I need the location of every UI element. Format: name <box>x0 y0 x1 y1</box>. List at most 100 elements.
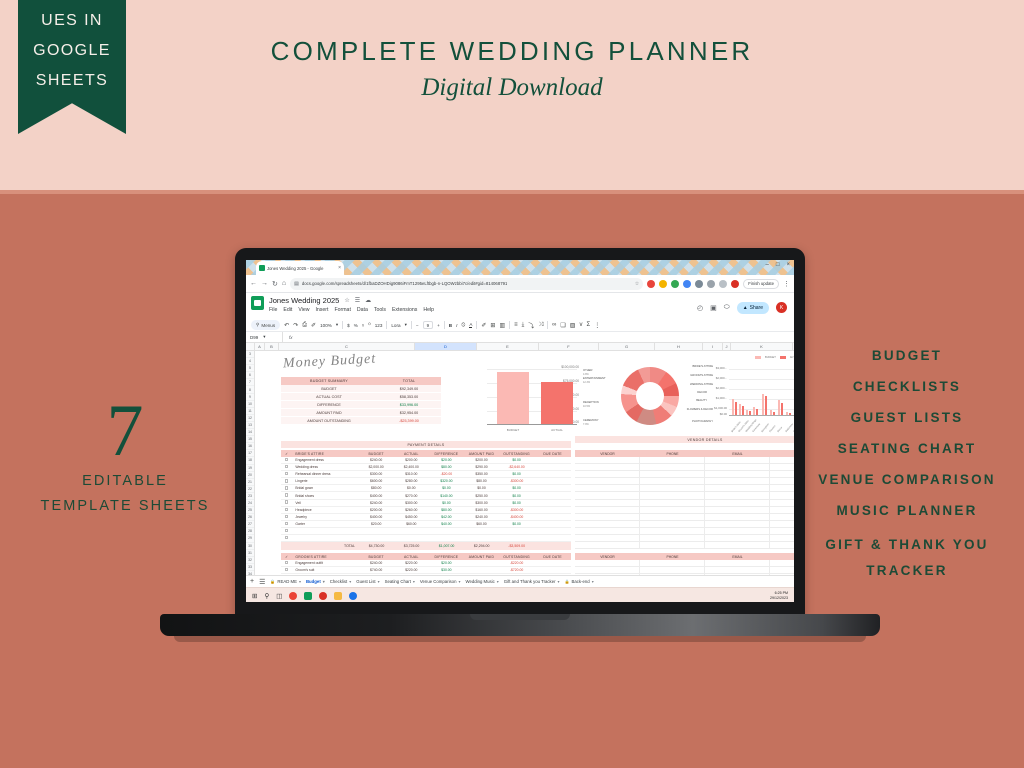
table-row[interactable]: Headpiece $200.00 $260.00 $80.00 $160.00 -$30… <box>281 506 571 514</box>
row-checkbox[interactable] <box>281 464 292 469</box>
table-row[interactable]: ACTUAL COST $58,353.00 <box>281 393 441 401</box>
corner-select-all[interactable] <box>246 343 255 350</box>
filter-icon[interactable]: ᴠ <box>579 322 582 328</box>
row-header[interactable]: 27 <box>246 521 254 529</box>
star-icon[interactable]: ☆ <box>344 297 349 304</box>
text-wrap-icon[interactable]: ⤵ <box>528 321 534 330</box>
table-row[interactable]: AMOUNT OUTSTANDING -$25,399.00 <box>281 417 441 425</box>
share-button[interactable]: ▲ Share <box>736 301 769 314</box>
comments-icon[interactable]: ▣ <box>710 304 717 312</box>
table-row[interactable]: Rehearsal dinner dress $300.00 $310.00 -$20… <box>281 471 571 479</box>
table-row[interactable]: Garter $20.00 $60.00 $40.00 $60.00 $0.00 <box>281 520 571 528</box>
row-header[interactable]: 30 <box>246 543 254 550</box>
row-checkbox[interactable] <box>281 560 292 565</box>
add-sheet-button[interactable]: + <box>250 578 254 585</box>
print-icon[interactable]: ⎙ <box>302 322 307 329</box>
menu-view[interactable]: View <box>298 307 309 313</box>
bookmark-star-icon[interactable]: ☆ <box>635 281 639 287</box>
table-row[interactable] <box>281 535 571 543</box>
row-checkbox[interactable] <box>281 528 292 533</box>
zoom-level[interactable]: 100% <box>320 323 332 328</box>
move-to-folder-icon[interactable]: ☰ <box>355 297 360 304</box>
table-row[interactable] <box>575 527 794 536</box>
font-caret-icon[interactable]: ▾ <box>405 322 407 328</box>
row-checkbox[interactable] <box>281 567 292 572</box>
row-checkbox[interactable] <box>281 514 292 519</box>
extension-icon-5[interactable] <box>695 279 704 288</box>
edge-icon[interactable] <box>349 591 358 600</box>
column-header-B[interactable]: B <box>265 343 279 350</box>
task-view-icon[interactable]: ◫ <box>276 592 282 600</box>
row-header[interactable]: 10 <box>246 401 254 408</box>
avatar[interactable]: K <box>776 302 787 313</box>
all-sheets-icon[interactable]: ☰ <box>259 578 265 586</box>
percent-format-icon[interactable]: % <box>354 323 358 328</box>
row-header[interactable]: 29 <box>246 535 254 543</box>
chrome-menu-icon[interactable]: ⋮ <box>783 280 790 288</box>
row-header[interactable]: 5 <box>246 365 254 373</box>
currency-format-icon[interactable]: $ <box>347 323 350 328</box>
drive-status-icon[interactable]: ☁ <box>365 297 371 304</box>
sheet-tab-venue-comparison[interactable]: Venue Comparison ▾ <box>420 579 461 584</box>
row-header[interactable]: 33 <box>246 564 254 571</box>
row-header[interactable]: 4 <box>246 358 254 366</box>
row-header[interactable]: 3 <box>246 351 254 359</box>
version-history-icon[interactable]: ◴ <box>697 304 703 312</box>
chevron-down-icon[interactable]: ▾ <box>349 579 351 584</box>
row-header[interactable]: 31 <box>246 550 254 557</box>
browser-tab-active[interactable]: Jones Wedding 2025 - Google × <box>256 261 344 275</box>
row-header[interactable]: 21 <box>246 479 254 486</box>
menu-insert[interactable]: Insert <box>315 307 328 313</box>
table-row[interactable]: Engagement outfit $240.00 $220.00 $20.00 -$2… <box>281 560 571 568</box>
extension-icon-2[interactable] <box>659 279 668 288</box>
table-row[interactable] <box>575 492 794 500</box>
insert-link-icon[interactable]: ∞ <box>552 322 556 328</box>
row-header[interactable]: 12 <box>246 415 254 422</box>
column-header-J[interactable]: J <box>723 343 731 350</box>
row-header[interactable]: 14 <box>246 429 254 437</box>
forward-icon[interactable]: → <box>261 280 268 287</box>
row-header[interactable]: 34 <box>246 571 254 575</box>
close-tab-icon[interactable]: × <box>338 265 341 271</box>
sheet-tab-read-me[interactable]: 🔒 READ ME ▾ <box>270 579 301 584</box>
more-formats-icon[interactable]: 123 <box>375 323 383 328</box>
row-checkbox[interactable] <box>281 507 292 512</box>
row-header[interactable]: 26 <box>246 514 254 522</box>
table-row[interactable] <box>575 513 794 521</box>
row-header[interactable]: 6 <box>246 372 254 380</box>
row-header[interactable]: 15 <box>246 436 254 444</box>
menu-format[interactable]: Format <box>334 307 350 313</box>
menu-data[interactable]: Data <box>357 307 368 313</box>
table-row[interactable] <box>575 567 794 575</box>
chevron-down-icon[interactable]: ▾ <box>592 579 594 584</box>
zoom-caret-icon[interactable]: ▾ <box>336 322 338 328</box>
increase-decimal-icon[interactable]: ⁰ <box>368 322 370 329</box>
menu-edit[interactable]: Edit <box>283 307 292 313</box>
table-row[interactable]: AMOUNT PAID $32,954.00 <box>281 409 441 417</box>
table-row[interactable]: Lingerie $600.00 $280.00 $320.00 $80.00 -$300… <box>281 478 571 486</box>
text-rotation-icon[interactable]: ⤨ <box>538 322 543 329</box>
row-header[interactable]: 19 <box>246 465 254 472</box>
table-row[interactable] <box>575 471 794 479</box>
paint-format-icon[interactable]: ✐ <box>311 322 316 329</box>
downloads-icon[interactable] <box>719 279 728 288</box>
table-row[interactable]: BUDGET $92,349.00 <box>281 385 441 393</box>
row-checkbox[interactable] <box>281 521 292 526</box>
windows-start-icon[interactable]: ⊞ <box>252 592 257 600</box>
column-header-A[interactable]: A <box>255 343 265 350</box>
decrease-decimal-icon[interactable]: ₀ <box>362 322 365 328</box>
row-checkbox[interactable] <box>281 500 292 504</box>
font-family-selector[interactable]: Lora <box>391 323 400 328</box>
merge-cells-icon[interactable]: ▥ <box>499 322 505 329</box>
search-icon[interactable]: ⚲ <box>264 592 269 600</box>
menu-extensions[interactable]: Extensions <box>392 307 417 313</box>
menus-search-button[interactable]: ⚲ Menus <box>251 320 281 330</box>
table-row[interactable] <box>281 527 571 536</box>
row-header[interactable]: 7 <box>246 379 254 387</box>
table-row[interactable]: Bridal gown $80.00 $0.00 $0.00 $0.00 $0.00 <box>281 485 571 493</box>
table-row[interactable]: Engagement dress $240.00 $200.00 $20.00 $200… <box>281 457 571 465</box>
sheets-icon[interactable] <box>304 591 313 600</box>
insert-comment-icon[interactable]: ❑ <box>560 322 565 329</box>
row-header[interactable]: 18 <box>246 457 254 465</box>
borders-icon[interactable]: ⊞ <box>490 322 495 329</box>
